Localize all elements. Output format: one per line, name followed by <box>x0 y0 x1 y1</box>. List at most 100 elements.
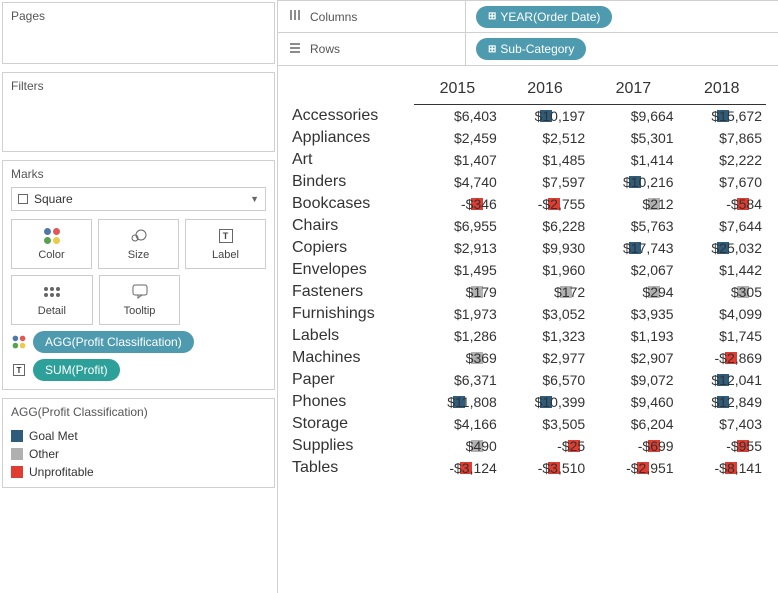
data-cell[interactable]: $212 <box>589 193 677 215</box>
row-header[interactable]: Supplies <box>290 435 414 457</box>
data-cell[interactable]: $2,222 <box>678 149 766 171</box>
column-header[interactable]: 2017 <box>589 76 677 105</box>
data-cell[interactable]: $2,913 <box>414 237 501 259</box>
row-header[interactable]: Bookcases <box>290 193 414 215</box>
data-cell[interactable]: $12,849 <box>678 391 766 413</box>
marks-label-button[interactable]: T Label <box>185 219 266 269</box>
data-cell[interactable]: $1,407 <box>414 149 501 171</box>
data-cell[interactable]: $6,204 <box>589 413 677 435</box>
column-header[interactable]: 2016 <box>501 76 589 105</box>
row-header[interactable]: Labels <box>290 325 414 347</box>
data-cell[interactable]: -$2,951 <box>589 457 677 479</box>
legend-item[interactable]: Other <box>11 447 266 461</box>
row-header[interactable]: Fasteners <box>290 281 414 303</box>
data-cell[interactable]: $4,740 <box>414 171 501 193</box>
row-header[interactable]: Chairs <box>290 215 414 237</box>
data-cell[interactable]: -$699 <box>589 435 677 457</box>
data-cell[interactable]: $7,670 <box>678 171 766 193</box>
data-cell[interactable]: $7,403 <box>678 413 766 435</box>
marks-size-button[interactable]: Size <box>98 219 179 269</box>
data-cell[interactable]: $4,099 <box>678 303 766 325</box>
row-header[interactable]: Accessories <box>290 105 414 127</box>
data-cell[interactable]: $9,072 <box>589 369 677 391</box>
label-encoding-pill[interactable]: SUM(Profit) <box>33 359 120 381</box>
row-header[interactable]: Storage <box>290 413 414 435</box>
rows-pill[interactable]: ⊞Sub-Category <box>476 38 586 60</box>
data-cell[interactable]: $294 <box>589 281 677 303</box>
columns-pill[interactable]: ⊞YEAR(Order Date) <box>476 6 612 28</box>
data-cell[interactable]: $11,808 <box>414 391 501 413</box>
data-cell[interactable]: $3,505 <box>501 413 589 435</box>
data-cell[interactable]: $172 <box>501 281 589 303</box>
data-cell[interactable]: $369 <box>414 347 501 369</box>
data-cell[interactable]: $1,973 <box>414 303 501 325</box>
data-cell[interactable]: $25,032 <box>678 237 766 259</box>
data-cell[interactable]: $3,052 <box>501 303 589 325</box>
legend-item[interactable]: Unprofitable <box>11 465 266 479</box>
data-cell[interactable]: $10,197 <box>501 105 589 127</box>
data-cell[interactable]: $17,743 <box>589 237 677 259</box>
data-cell[interactable]: -$2,869 <box>678 347 766 369</box>
data-cell[interactable]: $10,216 <box>589 171 677 193</box>
data-cell[interactable]: $6,371 <box>414 369 501 391</box>
data-cell[interactable]: $305 <box>678 281 766 303</box>
data-cell[interactable]: $9,664 <box>589 105 677 127</box>
data-cell[interactable]: $490 <box>414 435 501 457</box>
data-cell[interactable]: $6,570 <box>501 369 589 391</box>
data-cell[interactable]: $2,977 <box>501 347 589 369</box>
data-cell[interactable]: $9,460 <box>589 391 677 413</box>
data-cell[interactable]: $5,763 <box>589 215 677 237</box>
data-cell[interactable]: $3,935 <box>589 303 677 325</box>
data-cell[interactable]: -$3,510 <box>501 457 589 479</box>
data-cell[interactable]: $1,745 <box>678 325 766 347</box>
marks-color-button[interactable]: Color <box>11 219 92 269</box>
data-cell[interactable]: $1,193 <box>589 325 677 347</box>
data-cell[interactable]: $1,495 <box>414 259 501 281</box>
data-cell[interactable]: $6,955 <box>414 215 501 237</box>
row-header[interactable]: Appliances <box>290 127 414 149</box>
data-cell[interactable]: $6,403 <box>414 105 501 127</box>
row-header[interactable]: Paper <box>290 369 414 391</box>
row-header[interactable]: Envelopes <box>290 259 414 281</box>
data-cell[interactable]: -$25 <box>501 435 589 457</box>
data-cell[interactable]: $1,286 <box>414 325 501 347</box>
data-cell[interactable]: -$955 <box>678 435 766 457</box>
data-cell[interactable]: $7,865 <box>678 127 766 149</box>
data-cell[interactable]: -$8,141 <box>678 457 766 479</box>
data-cell[interactable]: -$584 <box>678 193 766 215</box>
data-cell[interactable]: $5,301 <box>589 127 677 149</box>
row-header[interactable]: Copiers <box>290 237 414 259</box>
marks-tooltip-button[interactable]: Tooltip <box>99 275 181 325</box>
data-cell[interactable]: $2,067 <box>589 259 677 281</box>
column-header[interactable]: 2018 <box>678 76 766 105</box>
data-cell[interactable]: $9,930 <box>501 237 589 259</box>
pages-card[interactable]: Pages <box>2 2 275 64</box>
marks-detail-button[interactable]: Detail <box>11 275 93 325</box>
data-cell[interactable]: $1,323 <box>501 325 589 347</box>
data-cell[interactable]: $7,597 <box>501 171 589 193</box>
data-cell[interactable]: $2,512 <box>501 127 589 149</box>
data-cell[interactable]: $1,960 <box>501 259 589 281</box>
columns-shelf[interactable]: Columns ⊞YEAR(Order Date) <box>278 0 778 33</box>
data-cell[interactable]: $1,414 <box>589 149 677 171</box>
data-cell[interactable]: $179 <box>414 281 501 303</box>
data-cell[interactable]: $1,485 <box>501 149 589 171</box>
mark-type-select[interactable]: Square ▼ <box>11 187 266 211</box>
data-cell[interactable]: $4,166 <box>414 413 501 435</box>
data-cell[interactable]: $2,907 <box>589 347 677 369</box>
data-cell[interactable]: $12,041 <box>678 369 766 391</box>
row-header[interactable]: Art <box>290 149 414 171</box>
data-cell[interactable]: $6,228 <box>501 215 589 237</box>
row-header[interactable]: Binders <box>290 171 414 193</box>
data-cell[interactable]: $15,672 <box>678 105 766 127</box>
data-cell[interactable]: $1,442 <box>678 259 766 281</box>
data-cell[interactable]: $2,459 <box>414 127 501 149</box>
row-header[interactable]: Furnishings <box>290 303 414 325</box>
column-header[interactable]: 2015 <box>414 76 501 105</box>
data-cell[interactable]: $7,644 <box>678 215 766 237</box>
color-encoding-pill[interactable]: AGG(Profit Classification) <box>33 331 194 353</box>
rows-shelf[interactable]: Rows ⊞Sub-Category <box>278 33 778 66</box>
filters-card[interactable]: Filters <box>2 72 275 152</box>
data-cell[interactable]: $10,399 <box>501 391 589 413</box>
row-header[interactable]: Machines <box>290 347 414 369</box>
